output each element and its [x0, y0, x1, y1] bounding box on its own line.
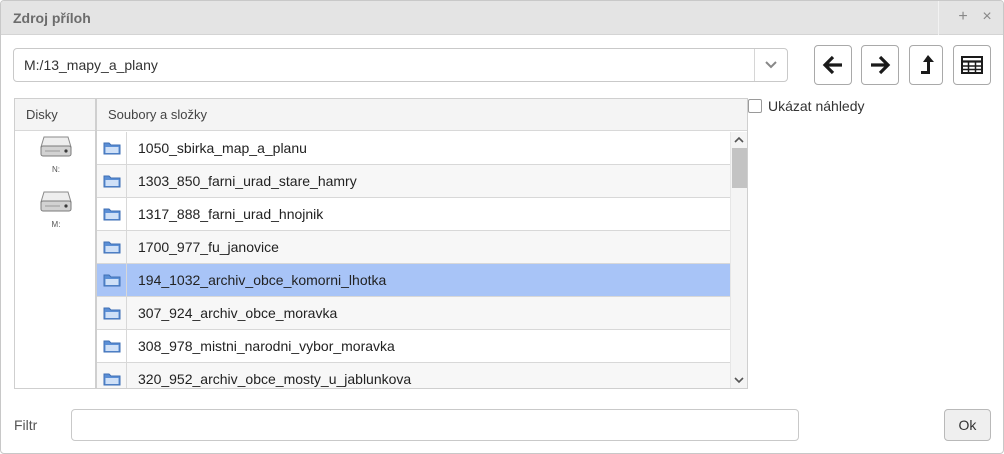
files-header: Soubory a složky — [97, 99, 747, 131]
folder-icon — [103, 373, 120, 386]
disk-item-n[interactable]: N: — [40, 135, 72, 174]
hard-drive-icon — [40, 136, 72, 157]
folder-icon-cell — [97, 198, 127, 230]
forward-button[interactable] — [861, 45, 899, 85]
disk-item-m[interactable]: M: — [40, 190, 72, 229]
file-row[interactable]: 308_978_mistni_narodni_vybor_moravka — [97, 330, 730, 363]
file-name: 320_952_archiv_obce_mosty_u_jablunkova — [138, 371, 412, 387]
folder-icon — [103, 142, 120, 155]
arrow-right-icon — [871, 55, 891, 75]
dialog-title: Zdroj příloh — [13, 10, 91, 26]
folder-icon — [103, 274, 120, 287]
folder-up-icon — [921, 55, 934, 74]
show-previews-label: Ukázat náhledy — [768, 98, 865, 114]
filter-input[interactable] — [71, 409, 799, 441]
path-value: M:/13_mapy_a_plany — [24, 57, 158, 73]
arrow-left-icon — [822, 55, 842, 75]
close-icon[interactable]: × — [976, 5, 998, 29]
folder-icon — [103, 175, 120, 188]
add-icon[interactable]: + — [952, 5, 974, 29]
disks-panel: Disky N: M: — [14, 98, 96, 389]
file-row[interactable]: 194_1032_archiv_obce_komorni_lhotka — [97, 264, 730, 297]
file-name: 1303_850_farni_urad_stare_hamry — [138, 173, 357, 189]
folder-icon-cell — [97, 165, 127, 197]
dialog-titlebar: Zdroj příloh + × — [1, 1, 1003, 35]
folder-icon — [103, 340, 120, 353]
file-name: 194_1032_archiv_obce_komorni_lhotka — [138, 272, 387, 288]
file-name: 1317_888_farni_urad_hnojnik — [138, 206, 324, 222]
folder-icon-cell — [97, 264, 127, 296]
folder-up-button[interactable] — [909, 45, 943, 85]
titlebar-divider — [938, 1, 939, 35]
back-button[interactable] — [814, 45, 852, 85]
show-previews-checkbox[interactable]: Ukázat náhledy — [748, 98, 865, 114]
file-list-scrollbar[interactable] — [730, 132, 747, 388]
file-name: 1050_sbirka_map_a_planu — [138, 140, 307, 156]
checkbox-box[interactable] — [748, 99, 762, 113]
file-list: 1050_sbirka_map_a_planu 1303_850_farni_ur… — [97, 132, 730, 388]
filter-label: Filtr — [14, 417, 38, 433]
chevron-down-icon[interactable] — [754, 49, 787, 81]
disks-header: Disky — [15, 99, 95, 131]
scrollbar-thumb[interactable] — [732, 148, 747, 188]
table-view-button[interactable] — [953, 45, 991, 85]
file-name: 1700_977_fu_janovice — [138, 239, 279, 255]
path-combobox[interactable]: M:/13_mapy_a_plany — [13, 48, 788, 82]
disk-label: N: — [52, 165, 60, 174]
hard-drive-icon — [40, 191, 72, 212]
scroll-up-icon[interactable] — [731, 132, 747, 147]
file-name: 307_924_archiv_obce_moravka — [138, 305, 338, 321]
file-row[interactable]: 320_952_archiv_obce_mosty_u_jablunkova — [97, 363, 730, 388]
table-view-icon — [961, 56, 983, 74]
folder-icon-cell — [97, 297, 127, 329]
scroll-down-icon[interactable] — [731, 373, 747, 388]
file-row[interactable]: 1317_888_farni_urad_hnojnik — [97, 198, 730, 231]
files-panel: Soubory a složky 1050_sbirka_map_a_planu… — [96, 98, 748, 389]
file-row[interactable]: 1050_sbirka_map_a_planu — [97, 132, 730, 165]
folder-icon-cell — [97, 132, 127, 164]
attachment-source-dialog: Zdroj příloh + × M:/13_mapy_a_plany Disk… — [0, 0, 1004, 454]
folder-icon-cell — [97, 363, 127, 388]
folder-icon — [103, 241, 120, 254]
file-name: 308_978_mistni_narodni_vybor_moravka — [138, 338, 395, 354]
file-row[interactable]: 1700_977_fu_janovice — [97, 231, 730, 264]
folder-icon-cell — [97, 330, 127, 362]
disk-label: M: — [51, 220, 61, 229]
ok-button[interactable]: Ok — [944, 409, 991, 441]
folder-icon — [103, 307, 120, 320]
folder-icon-cell — [97, 231, 127, 263]
folder-icon — [103, 208, 120, 221]
file-row[interactable]: 307_924_archiv_obce_moravka — [97, 297, 730, 330]
file-row[interactable]: 1303_850_farni_urad_stare_hamry — [97, 165, 730, 198]
